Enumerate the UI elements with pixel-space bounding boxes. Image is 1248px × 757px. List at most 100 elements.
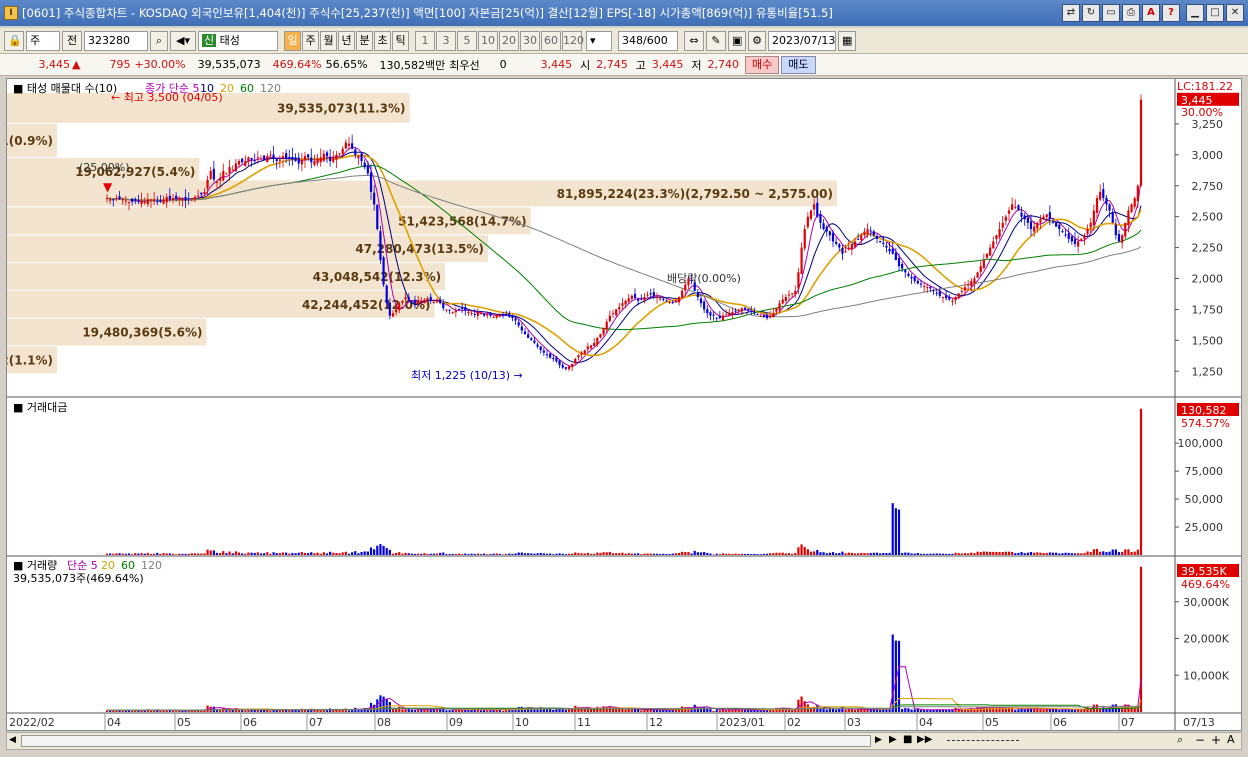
candle-body: [1011, 204, 1014, 210]
scroll-left-icon[interactable]: ◀: [9, 735, 16, 745]
stock-chart[interactable]: 39,535,073(11.3%)3,209,501(0.9%)19,062,9…: [0, 79, 1241, 730]
window-icon[interactable]: ▭: [1102, 4, 1120, 22]
close-button[interactable]: ✕: [1226, 4, 1244, 22]
amount-bar: [932, 553, 935, 555]
minus-icon[interactable]: −: [1195, 733, 1205, 747]
amount-bar: [1029, 552, 1033, 555]
date-input[interactable]: 2023/07/13: [768, 30, 836, 51]
amount-bar: [621, 552, 624, 555]
interval-button[interactable]: 120: [562, 30, 584, 51]
amount-bar: [825, 553, 828, 555]
play-icon[interactable]: ▶: [889, 734, 897, 745]
search-icon[interactable]: ⌕: [150, 30, 168, 51]
fast-forward-icon[interactable]: ▶▶: [917, 734, 932, 745]
period-button[interactable]: 주: [302, 30, 319, 51]
chart-scrollbar[interactable]: ◀ ▶ ▶ ■ ▶▶ ⌕ − + A: [6, 732, 1242, 750]
amount-bar: [624, 553, 627, 555]
amount-bar: [1036, 552, 1039, 555]
candle-body: [105, 198, 109, 200]
amount-bar: [426, 553, 429, 555]
amount-bar: [954, 552, 957, 555]
lock-icon[interactable]: 🔒: [4, 30, 24, 51]
amount-bar: [982, 551, 985, 555]
volume-bar: [593, 709, 596, 712]
candle-body: [772, 313, 775, 318]
interval-button[interactable]: 5: [457, 30, 477, 51]
interval-button[interactable]: 1: [415, 30, 435, 51]
candle-body: [366, 165, 369, 174]
candle-body: [750, 310, 753, 312]
candle-body: [234, 163, 237, 172]
period-button[interactable]: 초: [374, 30, 391, 51]
market-select[interactable]: 주: [26, 30, 60, 51]
maximize-button[interactable]: □: [1206, 4, 1224, 22]
stop-icon[interactable]: ■: [903, 734, 912, 745]
candle-body: [495, 314, 498, 318]
help-icon[interactable]: ?: [1162, 4, 1180, 22]
interval-button[interactable]: 20: [499, 30, 519, 51]
amount-bar: [1067, 552, 1070, 555]
amount-bar: [866, 553, 869, 555]
candle-body: [398, 303, 401, 311]
link-icon[interactable]: ⇄: [1062, 4, 1080, 22]
open-label: 시: [580, 58, 591, 72]
candle-body: [1089, 222, 1092, 228]
y-tick-label: 20,000K: [1183, 633, 1229, 646]
interval-button[interactable]: 3: [436, 30, 456, 51]
amount-bar: [131, 554, 134, 555]
print-icon[interactable]: ⎙: [1122, 4, 1140, 22]
pin-icon[interactable]: ⇔: [684, 30, 704, 51]
zoom-out-icon[interactable]: ⌕: [1177, 733, 1183, 747]
sell-button[interactable]: 매도: [781, 55, 816, 74]
save-icon[interactable]: ▣: [728, 30, 746, 51]
amount-bar: [149, 553, 153, 555]
interval-button[interactable]: 30: [520, 30, 540, 51]
scroll-thumb[interactable]: [21, 735, 871, 747]
scroll-right-icon[interactable]: ▶: [875, 735, 882, 745]
candle-body: [602, 327, 605, 335]
interval-button[interactable]: 10: [478, 30, 498, 51]
plus-icon[interactable]: +: [1211, 733, 1221, 747]
speaker-icon[interactable]: ◀▾: [170, 30, 196, 51]
volume-legend-item: 단순 5: [67, 559, 98, 572]
settings-icon[interactable]: ⚙: [748, 30, 766, 51]
chart-area[interactable]: 39,535,073(11.3%)3,209,501(0.9%)19,062,9…: [0, 78, 1242, 731]
amount-bar: [256, 552, 259, 555]
candle-body: [684, 284, 687, 291]
amount-bar: [963, 553, 967, 555]
prev-button[interactable]: 전: [62, 30, 82, 51]
font-icon[interactable]: A: [1142, 4, 1160, 22]
count-field[interactable]: 348/600: [618, 30, 678, 51]
interval-button[interactable]: 60: [541, 30, 561, 51]
period-button[interactable]: 월: [320, 30, 337, 51]
minimize-button[interactable]: ▁: [1186, 4, 1204, 22]
analysis-icon[interactable]: ✎: [706, 30, 726, 51]
font-size-icon[interactable]: A: [1227, 733, 1235, 746]
candle-body: [417, 300, 420, 304]
title-bar: I [0601] 주식종합차트 - KOSDAQ 외국인보유[1,404(천)]…: [0, 0, 1248, 26]
candle-body: [957, 293, 960, 298]
calendar-icon[interactable]: ▦: [838, 30, 856, 51]
amount-bar: [215, 552, 219, 555]
candle-body: [115, 198, 118, 200]
candle-body: [948, 296, 951, 300]
amount-bar: [828, 552, 831, 555]
volume-bar: [828, 708, 831, 712]
period-button[interactable]: 일: [284, 30, 301, 51]
candle-body: [1039, 219, 1042, 223]
volume-bar: [901, 708, 904, 712]
buy-button[interactable]: 매수: [745, 55, 780, 74]
stock-code-input[interactable]: 323280: [84, 30, 148, 51]
amount-bar: [725, 553, 728, 555]
event-annotation: (25.00%): [79, 161, 130, 174]
candle-body: [677, 297, 681, 303]
zoom-slider[interactable]: [947, 740, 1019, 743]
candle-body: [351, 143, 354, 149]
interval-dropdown[interactable]: ▾: [586, 30, 612, 51]
period-button[interactable]: 분: [356, 30, 373, 51]
refresh-icon[interactable]: ↻: [1082, 4, 1100, 22]
amount-bar: [743, 553, 747, 555]
period-button[interactable]: 틱: [392, 30, 409, 51]
period-button[interactable]: 년: [338, 30, 355, 51]
amount-bar: [278, 553, 281, 555]
